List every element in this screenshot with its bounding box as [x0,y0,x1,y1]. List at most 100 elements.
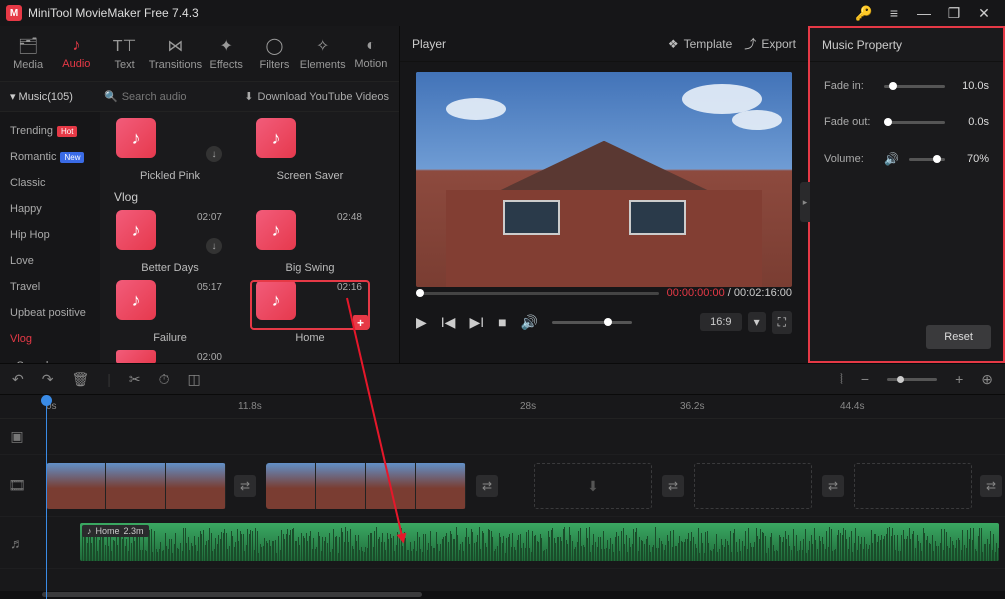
video-track-icon[interactable]: 🎞 [0,477,34,494]
redo-button[interactable]: ↷ [42,371,54,388]
tab-media[interactable]: 🗂Media [4,26,52,82]
speaker-icon[interactable]: 🔊 [884,152,899,166]
prev-frame-button[interactable]: I◀ [441,314,456,331]
audio-tile-better-days[interactable]: ♪ 02:07 ↓ Better Days [110,210,230,274]
video-clip-2[interactable] [266,463,466,509]
fadein-slider[interactable] [884,85,945,88]
key-icon[interactable]: 🔑 [849,2,879,24]
aspect-select[interactable]: 16:9 [700,313,741,331]
volume-icon[interactable]: 🔊 [521,314,538,331]
crop-button[interactable]: ◫ [188,371,201,388]
timeline-scrollbar[interactable] [0,591,1005,599]
download-youtube-button[interactable]: ⬇ Download YouTube Videos [244,90,389,103]
download-icon[interactable]: ↓ [206,238,222,254]
panel-collapse-tab[interactable]: ▸ [800,182,810,222]
volume-slider[interactable] [552,321,632,324]
cat-romantic[interactable]: RomanticNew [0,144,100,170]
fadeout-slider[interactable] [884,121,945,124]
track-toggle-icon[interactable]: ⦚ [840,371,843,388]
transition-slot[interactable]: ⇄ [822,475,844,497]
music-icon: ♪ [132,290,141,311]
app-logo: M [6,5,22,21]
volume-label: Volume: [824,153,874,165]
music-category-toggle[interactable]: ▾ Music(105) [10,90,96,103]
next-frame-button[interactable]: ▶I [469,314,484,331]
minimize-button[interactable]: — [909,2,939,24]
transition-slot[interactable]: ⇄ [476,475,498,497]
app-title: MiniTool MovieMaker Free 7.4.3 [28,6,849,20]
play-button[interactable]: ▶ [416,314,427,331]
menu-icon[interactable]: ≡ [879,2,909,24]
seek-slider[interactable] [416,292,659,295]
tab-audio[interactable]: ♪Audio [52,26,100,82]
empty-slot[interactable] [854,463,972,509]
audio-tile-extra[interactable]: 02:00 [110,350,230,363]
music-icon: ♪ [272,290,281,311]
aspect-dropdown[interactable]: ▾ [748,312,766,332]
tab-filters[interactable]: ◯Filters [250,26,298,82]
template-button[interactable]: ❖ Template [668,37,732,51]
time-display: 00:00:00:00 / 00:02:16:00 [667,287,792,299]
sound-effect-toggle[interactable]: ▸ Sound Effect(47) [0,352,100,363]
audio-tile-home[interactable]: ♪ 02:16 + Home [250,280,370,344]
fullscreen-button[interactable]: ⛶ [772,311,792,334]
category-list: TrendingHot RomanticNew Classic Happy Hi… [0,112,100,363]
cat-vlog[interactable]: Vlog [0,326,100,352]
zoom-slider[interactable] [887,378,937,381]
transition-slot[interactable]: ⇄ [662,475,684,497]
search-input[interactable]: 🔍 Search audio [104,90,236,103]
tab-motion[interactable]: ◐Motion [347,26,395,82]
section-vlog-title: Vlog [114,190,389,204]
fadein-label: Fade in: [824,80,874,92]
stop-button[interactable]: ■ [498,314,506,330]
video-clip-1[interactable] [46,463,226,509]
timeline-ruler[interactable]: 0s 11.8s 28s 36.2s 44.4s [0,395,1005,419]
download-icon[interactable]: ↓ [206,146,222,162]
close-button[interactable]: ✕ [969,2,999,24]
music-icon: ♪ [132,220,141,241]
music-icon: ♪ [272,220,281,241]
fadeout-value: 0.0s [955,116,989,128]
audio-tile-big-swing[interactable]: ♪ 02:48 Big Swing [250,210,370,274]
audio-tile-screen-saver[interactable]: ♪ Screen Saver [250,118,370,182]
cat-happy[interactable]: Happy [0,196,100,222]
property-title: Music Property [810,28,1003,62]
cat-love[interactable]: Love [0,248,100,274]
transition-slot[interactable]: ⇄ [234,475,256,497]
cat-travel[interactable]: Travel [0,274,100,300]
delete-button[interactable]: 🗑 [71,371,89,388]
zoom-out-button[interactable]: − [861,371,869,387]
maximize-button[interactable]: ❐ [939,2,969,24]
video-preview [400,62,808,284]
export-button[interactable]: ⤴ Export [744,35,796,52]
cat-hiphop[interactable]: Hip Hop [0,222,100,248]
audio-clip-home[interactable]: ♪Home 2.3m [80,523,999,561]
audio-track-icon[interactable]: ♬ [0,535,34,551]
fadein-value: 10.0s [955,80,989,92]
cat-classic[interactable]: Classic [0,170,100,196]
audio-tile-failure[interactable]: ♪ 05:17 Failure [110,280,230,344]
overlay-track-icon[interactable]: ▣ [0,428,34,445]
undo-button[interactable]: ↶ [12,371,24,388]
tab-elements[interactable]: ✧Elements [299,26,347,82]
speed-button[interactable]: ⏱ [159,371,170,388]
add-to-timeline-button[interactable]: + [353,315,368,330]
playhead[interactable] [46,395,47,599]
audio-tile-pickled-pink[interactable]: ♪ ↓ Pickled Pink [110,118,230,182]
fadeout-label: Fade out: [824,116,874,128]
cat-upbeat[interactable]: Upbeat positive [0,300,100,326]
tab-effects[interactable]: ✦Effects [202,26,250,82]
reset-button[interactable]: Reset [926,325,991,349]
tab-text[interactable]: T⊤Text [100,26,148,82]
tab-transitions[interactable]: ⋈Transitions [149,26,202,82]
zoom-fit-button[interactable]: ⊕ [981,371,993,388]
empty-slot[interactable]: ⬇ [534,463,652,509]
prop-volume-slider[interactable] [909,158,945,161]
media-toolbar: 🗂Media ♪Audio T⊤Text ⋈Transitions ✦Effec… [0,26,399,82]
cat-trending[interactable]: TrendingHot [0,118,100,144]
cut-button[interactable]: ✂ [129,371,141,388]
transition-slot[interactable]: ⇄ [980,475,1002,497]
player-title: Player [412,37,446,51]
empty-slot[interactable] [694,463,812,509]
zoom-in-button[interactable]: + [955,371,963,387]
